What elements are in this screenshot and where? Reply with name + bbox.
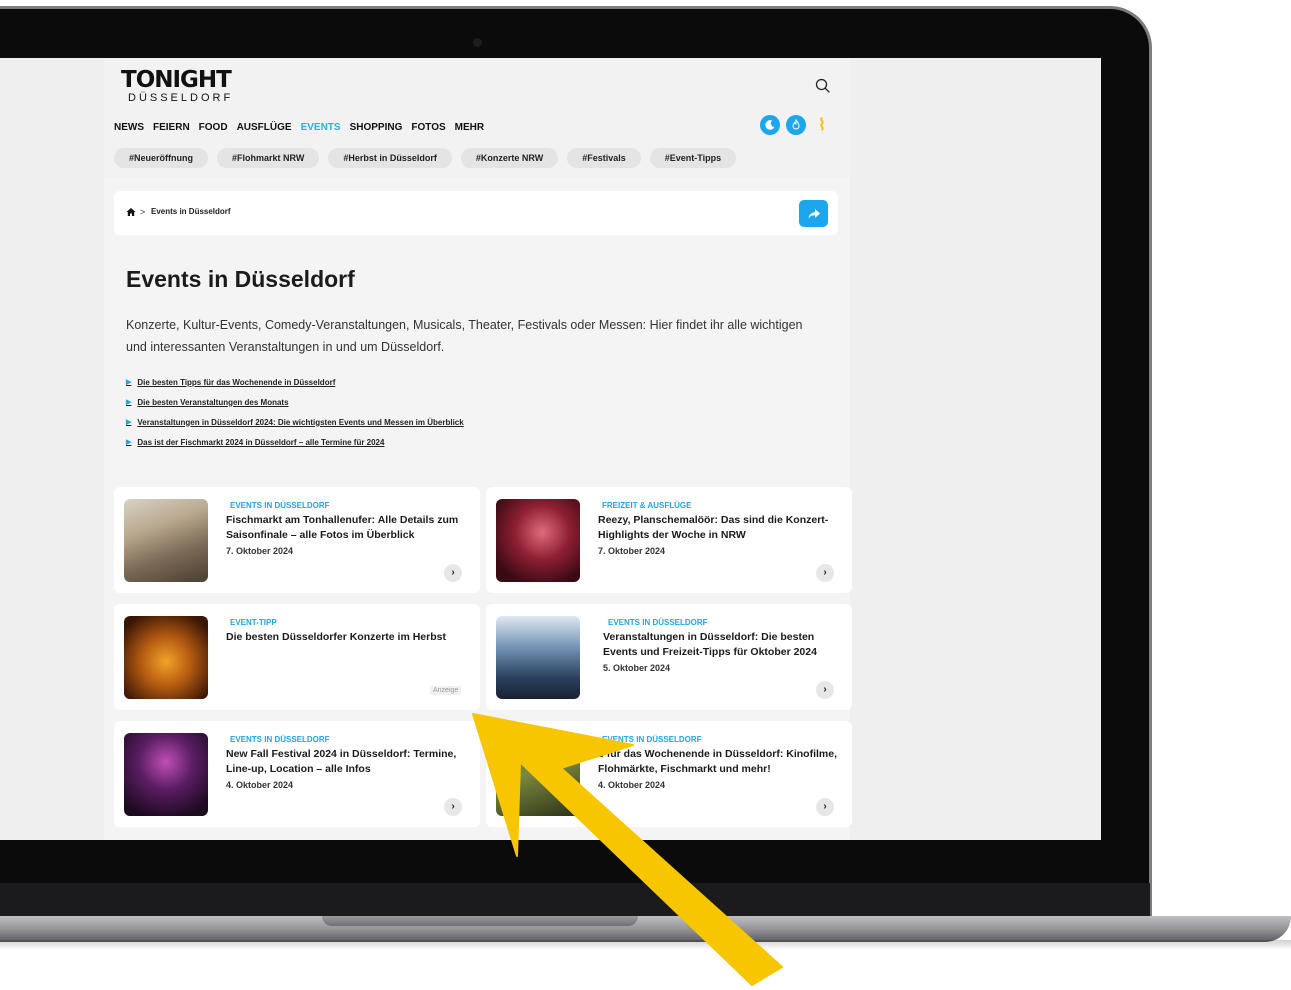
nav-item-shopping[interactable]: SHOPPING [350, 122, 403, 133]
nav-item-events[interactable]: EVENTS [301, 122, 341, 133]
flame-icon[interactable] [786, 115, 806, 135]
article-category: EVENTS IN DÜSSELDORF [230, 501, 330, 510]
article-title: Die besten Düsseldorfer Konzerte im Herb… [226, 631, 446, 643]
moon-icon[interactable] [760, 115, 780, 135]
article-title: Reezy, Planschemalöör: Das sind die Konz… [598, 514, 829, 541]
laptop-base [0, 916, 1291, 942]
breadcrumb-current: Events in Düsseldorf [151, 207, 231, 216]
article-date: 7. Oktober 2024 [226, 546, 294, 556]
page-intro: Konzerte, Kultur-Events, Comedy-Veransta… [126, 318, 803, 354]
tag-chip[interactable]: #Flohmarkt NRW [217, 148, 320, 168]
triangle-right-icon: ▶ [126, 379, 132, 386]
tag-chip[interactable]: #Neueröffnung [114, 148, 208, 168]
article-date: 5. Oktober 2024 [603, 663, 671, 673]
nav-item-mehr[interactable]: MEHR [455, 122, 484, 133]
logo-main-text: TONIGHT [121, 67, 232, 93]
chevron-right-icon[interactable]: › [816, 681, 834, 699]
article-thumbnail [496, 499, 580, 582]
article-thumbnail [124, 733, 208, 816]
quick-link-label: Die besten Tipps für das Wochenende in D… [137, 377, 336, 387]
page-margin-right [850, 58, 1101, 840]
article-category: EVENTS IN DÜSSELDORF [230, 735, 330, 744]
nav-item-feiern[interactable]: FEIERN [153, 122, 190, 133]
article-thumbnail [496, 616, 580, 699]
page-title: Events in Düsseldorf [126, 266, 355, 292]
nav-item-food[interactable]: FOOD [199, 122, 228, 133]
laptop-hinge-notch [322, 916, 638, 926]
triangle-right-icon: ▶ [126, 439, 132, 446]
article-category: EVENTS IN DÜSSELDORF [608, 618, 708, 627]
nav-item-fotos[interactable]: FOTOS [411, 122, 445, 133]
breadcrumb: > Events in Düsseldorf [114, 191, 838, 235]
ad-label: Anzeige [430, 686, 462, 695]
tag-bar: #Neueröffnung #Flohmarkt NRW #Herbst in … [114, 148, 737, 168]
chevron-right-icon[interactable]: › [444, 798, 462, 816]
article-date: 7. Oktober 2024 [598, 546, 666, 556]
site-logo[interactable]: TONIGHT DÜSSELDORF [121, 68, 233, 104]
article-category: EVENTS IN DÜSSELDORF [602, 735, 702, 744]
tag-chip[interactable]: #Festivals [567, 148, 641, 168]
chevron-right-icon[interactable]: › [816, 798, 834, 816]
tag-chip[interactable]: #Konzerte NRW [460, 148, 559, 168]
page-margin-left [0, 58, 104, 840]
article-thumbnail [496, 733, 580, 816]
article-thumbnail [124, 499, 208, 582]
nav-item-ausfluege[interactable]: AUSFLÜGE [237, 122, 292, 133]
triangle-right-icon: ▶ [126, 399, 132, 406]
search-icon[interactable] [814, 77, 832, 95]
article-thumbnail [124, 616, 208, 699]
tag-chip[interactable]: #Herbst in Düsseldorf [328, 148, 452, 168]
site-header: TONIGHT DÜSSELDORF NEWS FEIERN FOOD AUSF… [104, 58, 850, 178]
article-category: EVENT-TIPP [230, 618, 277, 627]
breadcrumb-separator: > [140, 207, 146, 217]
quick-link[interactable]: ▶ Das ist der Fischmarkt 2024 in Düsseldo… [126, 432, 464, 452]
quick-link[interactable]: ▶ Die besten Tipps für das Wochenende in … [126, 372, 464, 392]
article-date: 4. Oktober 2024 [598, 780, 666, 790]
article-card[interactable]: EVENTS IN DÜSSELDORF Fischmarkt am Tonha… [114, 487, 480, 593]
article-date: 4. Oktober 2024 [226, 780, 294, 790]
home-icon[interactable] [126, 207, 136, 217]
article-title: New Fall Festival 2024 in Düsseldorf: Te… [226, 748, 457, 775]
quick-link[interactable]: ▶ Die besten Veranstaltungen des Monats [126, 392, 464, 412]
logo-sub-text: DÜSSELDORF [128, 92, 234, 104]
article-title: s für das Wochenende in Düsseldorf: Kino… [598, 748, 838, 775]
browser-screen: TONIGHT DÜSSELDORF NEWS FEIERN FOOD AUSF… [0, 58, 1101, 840]
article-card[interactable]: FREIZEIT & AUSFLÜGE Reezy, Planschemalöö… [486, 487, 852, 593]
triangle-right-icon: ▶ [126, 419, 132, 426]
quick-links: ▶ Die besten Tipps für das Wochenende in … [126, 372, 464, 452]
chevron-right-icon[interactable]: › [816, 564, 834, 582]
article-card[interactable]: EVENTS IN DÜSSELDORF Veranstaltungen in … [486, 604, 852, 710]
quick-link[interactable]: ▶ Veranstaltungen in Düsseldorf 2024: Die… [126, 412, 464, 432]
share-icon [808, 208, 820, 218]
page-content: TONIGHT DÜSSELDORF NEWS FEIERN FOOD AUSF… [104, 58, 852, 840]
nav-item-news[interactable]: NEWS [114, 122, 144, 133]
tag-chip[interactable]: #Event-Tipps [649, 148, 737, 168]
share-button[interactable] [799, 200, 828, 227]
header-icon-group: ⌇ [760, 115, 826, 135]
quick-link-label: Das ist der Fischmarkt 2024 in Düsseldor… [137, 437, 385, 447]
quick-link-label: Veranstaltungen in Düsseldorf 2024: Die … [137, 417, 464, 427]
article-category: FREIZEIT & AUSFLÜGE [602, 501, 692, 510]
chevron-right-icon[interactable]: › [444, 564, 462, 582]
article-card[interactable]: EVENTS IN DÜSSELDORF New Fall Festival 2… [114, 721, 480, 827]
laptop-shadow [0, 940, 1291, 950]
main-nav: NEWS FEIERN FOOD AUSFLÜGE EVENTS SHOPPIN… [114, 122, 484, 133]
tonight-mark-icon: ⌇ [818, 117, 826, 134]
sponsored-card[interactable]: EVENT-TIPP Die besten Düsseldorfer Konze… [114, 604, 480, 710]
article-title: Fischmarkt am Tonhallenufer: Alle Detail… [226, 514, 459, 541]
article-title: Veranstaltungen in Düsseldorf: Die beste… [603, 631, 817, 658]
article-card[interactable]: EVENTS IN DÜSSELDORF s für das Wochenend… [486, 721, 852, 827]
webcam [473, 38, 482, 47]
quick-link-label: Die besten Veranstaltungen des Monats [137, 397, 289, 407]
